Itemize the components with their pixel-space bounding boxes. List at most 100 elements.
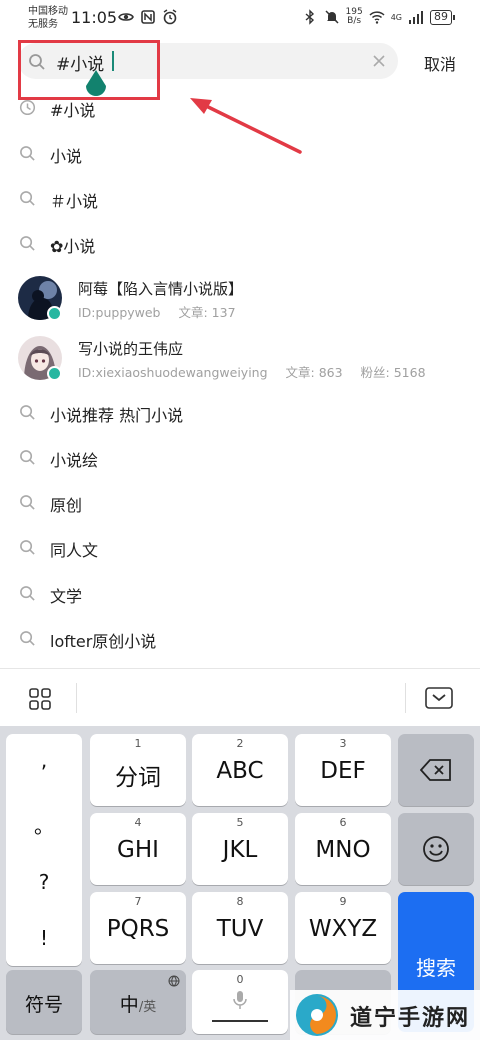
network-speed: 195 B/s — [346, 8, 363, 26]
user-result[interactable]: 写小说的王伟应 ID:xiexiaoshuodewangweiying 文章: … — [0, 332, 480, 388]
key-label: MNO — [315, 837, 371, 863]
suggestion-item[interactable]: 同人文 — [0, 528, 480, 568]
suggestion-item[interactable]: 原创 — [0, 483, 480, 523]
key-4[interactable]: 4 GHI — [90, 813, 186, 885]
carrier-name: 中国移动 — [28, 6, 68, 17]
emoji-key[interactable] — [398, 813, 474, 885]
grid-menu-icon[interactable] — [28, 687, 52, 711]
lang-current: 中 — [119, 994, 139, 1016]
suggestion-label: lofter原创小说 — [50, 632, 157, 651]
emoji-icon — [423, 836, 449, 862]
battery-indicator: 89 — [430, 9, 455, 25]
user-meta: ID:xiexiaoshuodewangweiying 文章: 863 粉丝: … — [78, 362, 440, 381]
signal-icon — [409, 11, 423, 24]
suggestion-item[interactable]: #小说 — [0, 88, 480, 128]
article-count: 文章: 863 — [285, 365, 343, 380]
search-icon — [20, 631, 35, 646]
key-number: 5 — [236, 816, 244, 829]
suggestion-item[interactable]: ✿小说 — [0, 224, 480, 264]
alarm-icon — [163, 9, 177, 25]
suggestion-label: 文学 — [50, 587, 83, 606]
search-icon — [29, 54, 45, 70]
suggestion-item[interactable]: ＃小说 — [0, 179, 480, 219]
search-icon — [20, 495, 35, 510]
watermark-text: 道宁手游网 — [350, 1006, 471, 1031]
keyboard-toolbar — [0, 668, 480, 726]
microphone-icon — [233, 991, 247, 1009]
user-id: ID:xiexiaoshuodewangweiying — [78, 365, 268, 380]
suggestion-item[interactable]: lofter原创小说 — [0, 619, 480, 659]
symbol-key[interactable]: 符号 — [6, 970, 82, 1034]
suggestion-label: ✿小说 — [50, 237, 96, 256]
user-result[interactable]: 阿莓【陷入言情小说版】 ID:puppyweb 文章: 137 — [0, 272, 480, 328]
punctuation-column[interactable]: , 。 ? ! — [6, 734, 82, 966]
globe-icon — [168, 975, 180, 987]
space-key[interactable]: 0 — [192, 970, 288, 1034]
suggestion-item[interactable]: 小说绘 — [0, 438, 480, 478]
key-2[interactable]: 2 ABC — [192, 734, 288, 806]
lang-alternate: /英 — [138, 1000, 157, 1015]
search-icon — [20, 405, 35, 420]
suggestion-item[interactable]: 小说 — [0, 134, 480, 174]
key-3[interactable]: 3 DEF — [295, 734, 391, 806]
search-icon — [20, 540, 35, 555]
search-icon — [20, 236, 35, 251]
key-number: 0 — [236, 973, 244, 986]
key-comma[interactable]: , — [6, 748, 82, 772]
search-input[interactable]: #小说 — [18, 43, 398, 79]
key-1[interactable]: 1 分词 — [90, 734, 186, 806]
key-5[interactable]: 5 JKL — [192, 813, 288, 885]
article-count: 文章: 137 — [178, 305, 236, 320]
key-label: ABC — [216, 758, 264, 784]
suggestion-item[interactable]: 文学 — [0, 574, 480, 614]
key-7[interactable]: 7 PQRS — [90, 892, 186, 964]
network-speed-unit: B/s — [347, 16, 362, 26]
toolbar-divider — [405, 683, 406, 713]
search-icon — [20, 450, 35, 465]
mute-bell-icon — [324, 10, 339, 24]
toolbar-divider — [76, 683, 77, 713]
cancel-button[interactable]: 取消 — [424, 51, 456, 75]
key-label: WXYZ — [308, 916, 378, 942]
user-id: ID:puppyweb — [78, 305, 161, 320]
clock: 11:05 — [71, 8, 118, 27]
nfc-icon — [141, 10, 155, 24]
suggestion-label: 同人文 — [50, 541, 99, 560]
key-number: 4 — [134, 816, 142, 829]
key-number: 9 — [339, 895, 347, 908]
backspace-key[interactable] — [398, 734, 474, 806]
key-number: 7 — [134, 895, 142, 908]
key-label: GHI — [117, 837, 159, 863]
status-icons-left — [118, 9, 178, 25]
search-icon — [20, 146, 35, 161]
key-number: 6 — [339, 816, 347, 829]
search-icon — [20, 191, 35, 206]
symbol-key-label: 符号 — [24, 994, 63, 1016]
key-label: TUV — [216, 916, 264, 942]
collapse-keyboard-icon[interactable] — [425, 687, 453, 709]
key-8[interactable]: 8 TUV — [192, 892, 288, 964]
key-number: 8 — [236, 895, 244, 908]
key-question[interactable]: ? — [6, 870, 82, 894]
watermark-logo-icon — [296, 994, 338, 1036]
suggestion-item[interactable]: 小说推荐 热门小说 — [0, 393, 480, 433]
suggestion-label: 小说推荐 热门小说 — [50, 406, 184, 425]
status-icons-right: 195 B/s 4G 89 — [302, 8, 455, 26]
bluetooth-icon — [305, 9, 314, 25]
carrier-label: 中国移动 无服务 — [28, 5, 68, 31]
suggestion-label: 小说 — [50, 147, 83, 166]
search-icon — [20, 586, 35, 601]
language-toggle-key[interactable]: 中/英 — [90, 970, 186, 1034]
key-9[interactable]: 9 WXYZ — [295, 892, 391, 964]
suggestion-label: #小说 — [50, 101, 96, 120]
key-period[interactable]: 。 — [6, 810, 82, 839]
key-label: 分词 — [115, 765, 161, 791]
watermark: 道宁手游网 — [290, 990, 480, 1040]
user-name: 写小说的王伟应 — [78, 340, 184, 358]
text-cursor — [112, 51, 114, 71]
key-number: 2 — [236, 737, 244, 750]
clear-icon[interactable] — [370, 52, 388, 70]
key-exclaim[interactable]: ! — [6, 926, 82, 950]
backspace-icon — [420, 759, 451, 781]
key-6[interactable]: 6 MNO — [295, 813, 391, 885]
